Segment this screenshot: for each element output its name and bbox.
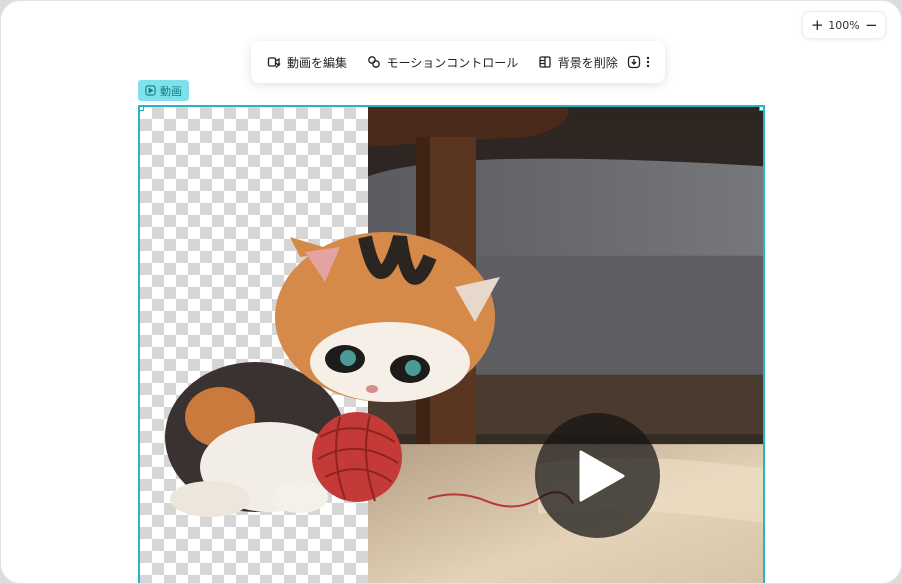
kitten-image xyxy=(165,232,500,517)
edit-video-label: 動画を編集 xyxy=(287,55,348,70)
edit-video-icon xyxy=(267,57,281,68)
remove-background-label: 背景を削除 xyxy=(557,55,618,70)
resize-handle-top-left[interactable] xyxy=(140,107,144,111)
video-icon xyxy=(145,85,156,96)
motion-control-label: モーションコントロール xyxy=(386,55,519,70)
zoom-control: + 100% − xyxy=(802,11,886,39)
video-canvas[interactable] xyxy=(138,105,765,583)
download-button[interactable] xyxy=(627,50,641,74)
play-icon xyxy=(579,450,624,501)
zoom-in-button[interactable]: + xyxy=(811,17,824,33)
editor-window: + 100% − 動画を編集 モーションコントロール 背景を削除 動画 xyxy=(0,0,902,584)
video-tag-label: 動画 xyxy=(160,84,182,98)
remove-background-icon xyxy=(539,56,551,68)
motion-control-button[interactable]: モーションコントロール xyxy=(361,50,525,75)
play-button[interactable] xyxy=(535,413,660,538)
download-icon xyxy=(627,55,641,69)
remove-background-button[interactable]: 背景を削除 xyxy=(532,50,624,75)
video-type-tag: 動画 xyxy=(138,80,189,101)
floating-toolbar: 動画を編集 モーションコントロール 背景を削除 xyxy=(251,41,665,83)
more-options-button[interactable] xyxy=(641,50,655,74)
zoom-out-button[interactable]: − xyxy=(865,17,878,33)
zoom-level: 100% xyxy=(828,18,860,32)
resize-handle-top-right[interactable] xyxy=(759,107,763,111)
motion-control-icon xyxy=(367,56,380,68)
edit-video-button[interactable]: 動画を編集 xyxy=(261,50,353,75)
more-vertical-icon xyxy=(646,56,650,68)
